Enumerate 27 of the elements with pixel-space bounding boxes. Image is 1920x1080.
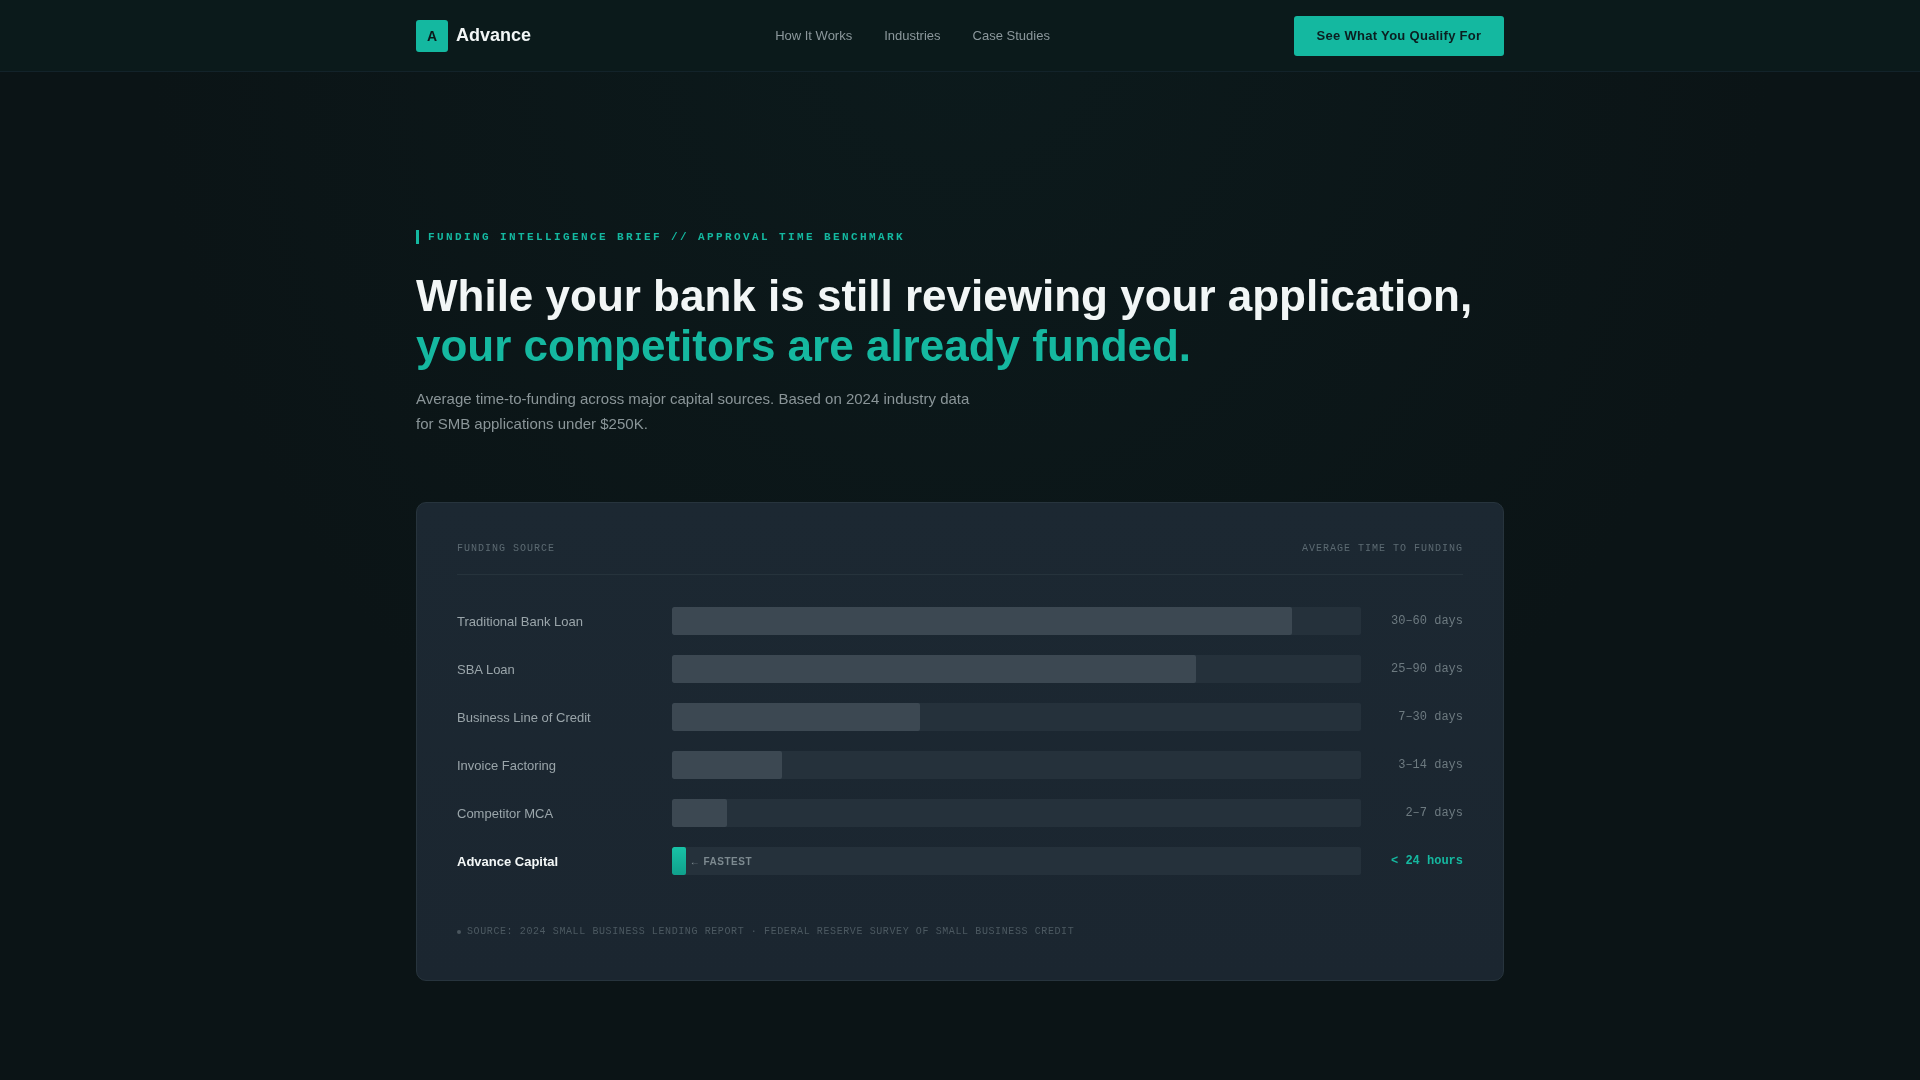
brand-logo[interactable]: A Advance — [416, 19, 532, 52]
source-name: Competitor MCA — [457, 805, 555, 821]
time-reading: 2–7 days — [1404, 806, 1463, 820]
time-reading: 30–60 days — [1390, 614, 1463, 628]
eyebrow-label: FUNDING INTELLIGENCE BRIEF // APPROVAL TIME BENCHMARK — [416, 230, 1504, 244]
headline-accent: your competitors are already funded. — [416, 321, 1193, 371]
fastest-tag: ← FASTEST — [689, 855, 753, 867]
logo-mark: A — [416, 19, 448, 52]
nav-link[interactable]: How It Works — [775, 28, 853, 43]
source-name: Traditional Bank Loan — [457, 613, 584, 629]
headline: While your bank is still reviewing your application, — [416, 271, 1474, 321]
nav-link[interactable]: Case Studies — [972, 28, 1050, 43]
nav-link[interactable]: Industries — [884, 28, 941, 43]
brand-name: Advance — [456, 25, 532, 46]
intro-text: Average time-to-funding across major capital sources. Based on 2024 industry data for SMB applications under $250K. — [416, 389, 971, 434]
qualify-button[interactable]: See What You Qualify For — [1294, 15, 1504, 56]
time-reading: < 24 hours — [1390, 854, 1463, 868]
source-name: SBA Loan — [457, 661, 516, 677]
time-reading: 25–90 days — [1390, 662, 1463, 676]
time-reading: 7–30 days — [1397, 710, 1463, 724]
source-name: Advance Capital — [457, 853, 560, 869]
bullet-icon — [457, 930, 461, 934]
source-name: Business Line of Credit — [457, 709, 592, 725]
column-header: FUNDING SOURCE — [457, 543, 555, 555]
source-name: Invoice Factoring — [457, 757, 557, 773]
column-header: AVERAGE TIME TO FUNDING — [1301, 543, 1463, 555]
time-reading: 3–14 days — [1397, 758, 1463, 772]
